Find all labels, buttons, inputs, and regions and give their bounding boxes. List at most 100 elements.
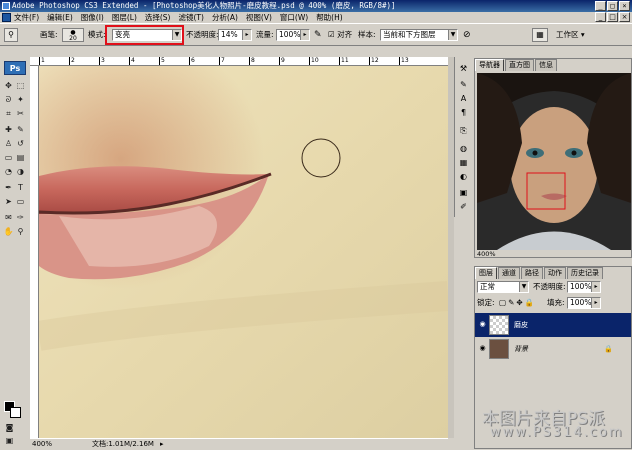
eraser-tool-icon[interactable]: ▭ xyxy=(3,152,14,163)
close-button[interactable]: × xyxy=(619,1,630,11)
side-dock: ⚒ ✎ A ¶ ⎘ ◍ ▦ ◐ ▣ ✐ xyxy=(454,57,472,217)
status-arrow-icon[interactable]: ▸ xyxy=(160,439,164,450)
menu-file[interactable]: 文件(F) xyxy=(14,12,39,23)
ignore-adjustment-icon[interactable]: ⊘ xyxy=(463,29,471,41)
document-icon xyxy=(2,13,11,22)
tab-history[interactable]: 历史记录 xyxy=(567,267,603,279)
chevron-right-icon: ▸ xyxy=(242,30,251,40)
slice-tool-icon[interactable]: ✂ xyxy=(15,108,26,119)
brush-label: 画笔: xyxy=(40,30,58,39)
tab-navigator[interactable]: 导航器 xyxy=(475,59,504,71)
opacity-field[interactable]: 14% ▸ xyxy=(218,29,252,41)
layer-row-background[interactable]: ◉ 背景 🔒 xyxy=(475,337,631,361)
pen-tool-icon[interactable]: ✒ xyxy=(3,182,14,193)
tab-channels[interactable]: 通道 xyxy=(498,267,520,279)
fill-value: 100% xyxy=(570,298,592,307)
magic-wand-icon[interactable]: ✦ xyxy=(15,94,26,105)
dodge-tool-icon[interactable]: ◑ xyxy=(15,166,26,177)
shape-tool-icon[interactable]: ▭ xyxy=(15,196,26,207)
tab-actions[interactable]: 动作 xyxy=(544,267,566,279)
brush-picker[interactable]: ● 20 xyxy=(62,28,84,42)
move-tool-icon[interactable]: ✥ xyxy=(3,80,14,91)
document-canvas[interactable] xyxy=(39,66,448,438)
notes-tool-icon[interactable]: ✉ xyxy=(3,212,14,223)
path-select-icon[interactable]: ➤ xyxy=(3,196,14,207)
layer-comps-icon[interactable]: ▣ xyxy=(458,187,469,198)
screen-mode-icon[interactable]: ▣ xyxy=(4,435,15,446)
blur-tool-icon[interactable]: ◔ xyxy=(3,166,14,177)
tab-paths[interactable]: 路径 xyxy=(521,267,543,279)
eye-icon[interactable]: ◉ xyxy=(478,320,487,329)
color-panel-icon[interactable]: ◐ xyxy=(458,171,469,182)
menu-select[interactable]: 选择(S) xyxy=(145,12,171,23)
ps-logo: Ps xyxy=(4,61,26,75)
character-panel-icon[interactable]: A xyxy=(458,93,469,104)
history-brush-icon[interactable]: ↺ xyxy=(15,138,26,149)
menu-help[interactable]: 帮助(H) xyxy=(316,12,343,23)
hand-tool-icon[interactable]: ✋ xyxy=(3,226,14,237)
doc-restore-button[interactable]: □ xyxy=(607,12,618,22)
tab-histogram[interactable]: 直方图 xyxy=(505,59,534,71)
chevron-right-icon: ▸ xyxy=(591,298,600,308)
background-color-swatch[interactable] xyxy=(10,407,21,418)
doc-close-button[interactable]: × xyxy=(619,12,630,22)
sample-value: 当前和下方图层 xyxy=(383,30,436,39)
doc-minimize-button[interactable]: _ xyxy=(595,12,606,22)
menu-filter[interactable]: 滤镜(T) xyxy=(179,12,204,23)
airbrush-icon[interactable]: ✎ xyxy=(314,29,322,41)
styles-icon[interactable]: ▦ xyxy=(458,157,469,168)
chevron-right-icon: ▸ xyxy=(300,30,309,40)
paragraph-panel-icon[interactable]: ¶ xyxy=(458,107,469,118)
layer-opacity-field[interactable]: 100% ▸ xyxy=(567,281,601,293)
tab-layers[interactable]: 图层 xyxy=(475,267,497,279)
photoshop-app-icon xyxy=(2,2,10,10)
window-title: Adobe Photoshop CS3 Extended - [Photosho… xyxy=(12,1,396,10)
menu-image[interactable]: 图像(I) xyxy=(81,12,104,23)
workspace-button[interactable]: 工作区 ▾ xyxy=(556,29,585,41)
crop-tool-icon[interactable]: ⌗ xyxy=(3,108,14,119)
blend-mode-select[interactable]: 正常 ▼ xyxy=(477,281,529,293)
menu-window[interactable]: 窗口(W) xyxy=(280,12,308,23)
quick-mask-icon[interactable]: ◙ xyxy=(4,422,15,433)
healing-brush-icon[interactable]: ✚ xyxy=(3,124,14,135)
gradient-tool-icon[interactable]: ▤ xyxy=(15,152,26,163)
eye-icon[interactable]: ◉ xyxy=(478,344,487,353)
lock-icons[interactable]: ▢✎✥🔒 xyxy=(499,297,536,309)
type-tool-icon[interactable]: T xyxy=(15,182,26,193)
tool-preset-icon[interactable]: ⚲ xyxy=(4,28,18,42)
menu-edit[interactable]: 编辑(E) xyxy=(47,12,73,23)
sample-select[interactable]: 当前和下方图层 ▼ xyxy=(380,29,458,41)
opacity-label: 不透明度: xyxy=(186,30,219,39)
navigator-thumbnail[interactable] xyxy=(477,73,631,250)
measurement-icon[interactable]: ✐ xyxy=(458,201,469,212)
swatches-icon[interactable]: ◍ xyxy=(458,143,469,154)
fill-field[interactable]: 100% ▸ xyxy=(567,297,601,309)
layer-row-retouch[interactable]: ◉ 磨皮 xyxy=(475,313,631,337)
menu-view[interactable]: 视图(V) xyxy=(246,12,272,23)
maximize-button[interactable]: □ xyxy=(607,1,618,11)
minimize-button[interactable]: _ xyxy=(595,1,606,11)
navigator-zoom[interactable]: 400% xyxy=(477,250,496,258)
brush-size: 20 xyxy=(69,35,77,42)
brush-tool-icon[interactable]: ✎ xyxy=(15,124,26,135)
chevron-down-icon: ▼ xyxy=(448,30,457,40)
tool-presets-icon[interactable]: ⚒ xyxy=(458,63,469,74)
menu-layer[interactable]: 图层(L) xyxy=(112,12,137,23)
lasso-tool-icon[interactable]: ᘐ xyxy=(3,94,14,105)
zoom-tool-icon[interactable]: ⚲ xyxy=(15,226,26,237)
tab-info[interactable]: 信息 xyxy=(535,59,557,71)
status-zoom[interactable]: 400% xyxy=(32,439,52,450)
align-checkbox[interactable]: ☑ 对齐 xyxy=(328,29,352,41)
layer-thumbnail xyxy=(489,315,509,335)
clone-source-icon[interactable]: ⎘ xyxy=(458,125,469,136)
menu-analysis[interactable]: 分析(A) xyxy=(212,12,238,23)
marquee-tool-icon[interactable]: ⬚ xyxy=(15,80,26,91)
chevron-right-icon: ▸ xyxy=(591,282,600,292)
layer-opacity-label: 不透明度: xyxy=(533,282,566,291)
palette-well-icon[interactable]: ▦ xyxy=(532,28,548,42)
flow-field[interactable]: 100% ▸ xyxy=(276,29,310,41)
eyedropper-icon[interactable]: ✑ xyxy=(15,212,26,223)
brushes-panel-icon[interactable]: ✎ xyxy=(458,79,469,90)
clone-stamp-icon[interactable]: ♙ xyxy=(3,138,14,149)
sample-label: 样本: xyxy=(358,30,376,39)
